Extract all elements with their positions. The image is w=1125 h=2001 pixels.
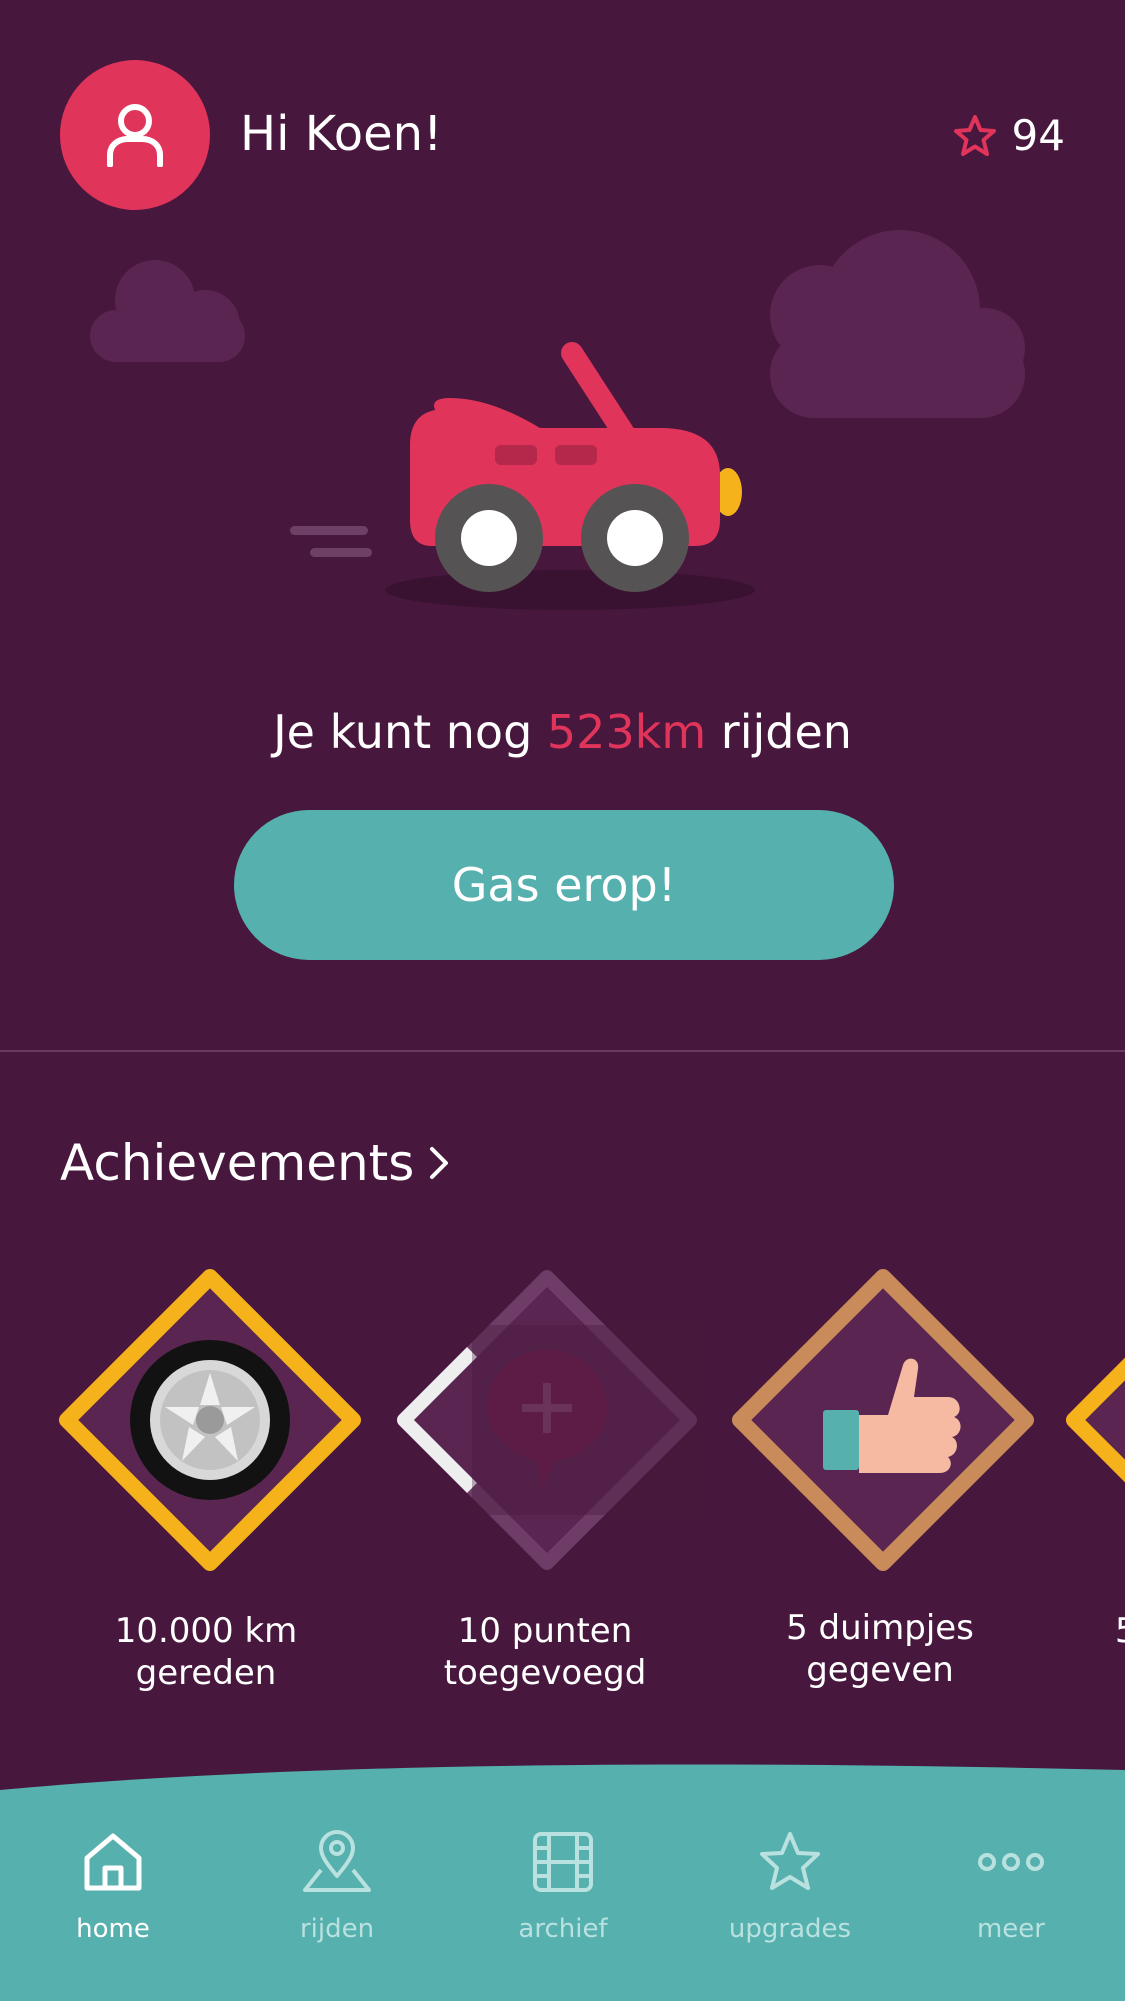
achievement-badge-partial[interactable] xyxy=(1062,1265,1125,1575)
hero-illustration xyxy=(90,230,1025,610)
nav-label: home xyxy=(76,1914,150,1944)
achievement-label: 10 punten toegevoegd xyxy=(443,1611,647,1693)
nav-item-meer[interactable]: meer xyxy=(921,1830,1101,1946)
start-driving-button[interactable]: Gas erop! xyxy=(234,810,894,960)
nav-label: archief xyxy=(518,1914,608,1944)
nav-label: meer xyxy=(976,1914,1045,1944)
nav-item-home[interactable]: home xyxy=(23,1830,203,1946)
tire-icon xyxy=(130,1340,290,1500)
achievements-title: Achievements xyxy=(60,1134,415,1192)
cloud-right xyxy=(770,230,1025,418)
achievement-badge-points[interactable] xyxy=(392,1265,702,1575)
nav-item-upgrades[interactable]: upgrades xyxy=(700,1830,880,1946)
cloud-left xyxy=(90,260,245,362)
car-icon xyxy=(410,342,742,592)
more-icon xyxy=(978,1853,1044,1871)
range-value: 523km xyxy=(546,705,707,759)
points-value: 94 xyxy=(1011,111,1065,160)
range-text: Je kunt nog 523km rijden xyxy=(273,705,852,759)
achievement-badge-km[interactable] xyxy=(55,1265,365,1575)
home-icon xyxy=(84,1833,142,1891)
achievement-label: 5 duimpjes gegeven xyxy=(786,1608,974,1690)
nav-label: upgrades xyxy=(728,1914,852,1944)
avatar[interactable] xyxy=(60,60,210,210)
star-icon xyxy=(760,1832,820,1890)
chevron-right-icon xyxy=(430,1147,449,1179)
divider xyxy=(0,1050,1125,1052)
film-icon xyxy=(533,1832,593,1892)
achievement-label: 10.000 km gereden xyxy=(114,1611,298,1693)
achievement-badge-thumbs[interactable] xyxy=(728,1265,1038,1575)
nav-label: rijden xyxy=(299,1914,375,1944)
user-icon xyxy=(107,104,163,167)
nav-item-rijden[interactable]: rijden xyxy=(247,1830,427,1946)
nav-item-archief[interactable]: archief xyxy=(473,1830,653,1946)
star-outline-icon xyxy=(953,115,996,156)
achievements-header-link[interactable]: Achievements xyxy=(60,1130,450,1196)
map-pin-icon xyxy=(303,1830,371,1892)
points-counter[interactable]: 94 xyxy=(952,108,1065,164)
greeting-text: Hi Koen! xyxy=(240,106,443,162)
achievement-label: 5 xyxy=(1115,1610,1125,1652)
